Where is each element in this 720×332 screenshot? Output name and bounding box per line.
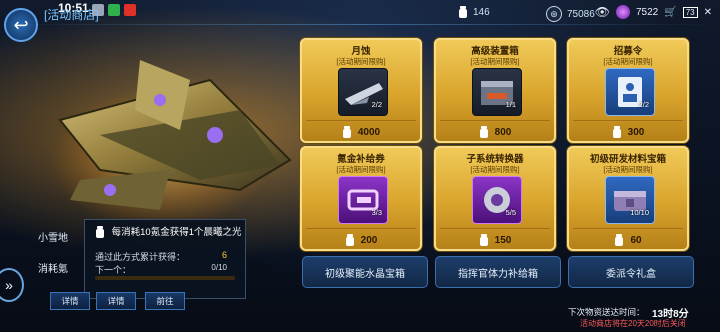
item-price-value: 200	[360, 235, 378, 246]
battery-level: 73	[682, 6, 698, 18]
item-price-value: 300	[627, 127, 645, 138]
item-price: 800	[434, 126, 556, 139]
item-name: 初级研发材料宝箱	[589, 154, 666, 165]
shop-item-card[interactable]: 初级研发材料宝箱 [活动期间限购] 10/10 60	[567, 146, 689, 251]
back-button[interactable]: ↩	[4, 8, 38, 42]
detail-button-2[interactable]: 详情	[96, 292, 136, 310]
keg-icon	[458, 6, 468, 19]
back-arrow-icon: ↩	[13, 14, 29, 35]
item-name: 氪金补给券	[337, 154, 385, 165]
item-price-value: 150	[494, 235, 512, 246]
shop-item-card[interactable]: 高级装置箱 [活动期间限购] 1/1 800	[434, 38, 556, 143]
shop-item-card[interactable]: 招募令 [活动期间限购] 2/2 300	[567, 38, 689, 143]
item-price-value: 800	[494, 127, 512, 138]
cart-icon[interactable]: 🛒	[664, 7, 676, 18]
item-name: 高级装置箱	[471, 46, 519, 57]
top-right-icons: 👁 7522 🛒 73 ✕	[595, 5, 712, 19]
bottom-item-crystal-chest[interactable]: 初级聚能水晶宝箱	[302, 256, 428, 288]
item-price: 150	[434, 234, 556, 247]
item-price-value: 60	[630, 235, 642, 246]
left-panel-title: 小雪地	[38, 233, 68, 244]
crystal-amount: 7522	[636, 6, 659, 18]
goto-button[interactable]: 前往	[145, 292, 185, 310]
wechat-icon	[108, 4, 120, 16]
tooltip-header-text: 每消耗10氪金获得1个晨曦之光	[111, 227, 242, 238]
refresh-label: 下次物资送达时间：	[568, 307, 645, 317]
bottom-item-stamina-box[interactable]: 指挥官体力补给箱	[435, 256, 561, 288]
page-title: [活动商店]	[44, 8, 99, 22]
item-limit: [活动期间限购]	[470, 57, 520, 66]
tooltip-total-value: 6	[221, 250, 227, 260]
crystal-icon	[616, 5, 630, 19]
currency-keg: 146	[458, 6, 490, 19]
item-limit: [活动期间限购]	[470, 165, 520, 174]
keg-icon	[479, 126, 489, 139]
item-price: 300	[567, 126, 689, 139]
shop-item-card[interactable]: 氪金补给券 [活动期间限购] 3/3 200	[300, 146, 422, 251]
weibo-icon	[124, 4, 136, 16]
eye-icon[interactable]: 👁	[595, 5, 610, 19]
item-name: 月蚀	[351, 46, 371, 57]
item-price: 200	[300, 234, 422, 247]
keg-icon	[342, 126, 352, 139]
detail-button[interactable]: 详情	[50, 292, 90, 310]
header-divider	[0, 24, 720, 25]
keg-amount: 146	[473, 7, 490, 18]
keg-icon	[614, 234, 624, 247]
bottom-item-commission-box[interactable]: 委派令礼盒	[568, 256, 694, 288]
keg-icon	[95, 225, 105, 239]
spaceship-artwork	[50, 60, 292, 230]
tooltip-next-value: 0/10	[211, 263, 227, 272]
item-limit: [活动期间限购]	[336, 165, 386, 174]
reward-tooltip: 每消耗10氪金获得1个晨曦之光 通过此方式累计获得： 6 下一个： 0/10	[84, 219, 246, 299]
item-price-value: 4000	[357, 127, 381, 138]
close-icon[interactable]: ✕	[704, 7, 712, 18]
tooltip-total-label: 通过此方式累计获得：	[95, 252, 186, 262]
coin-icon: ⊛	[546, 6, 562, 22]
tooltip-progress-bar	[95, 276, 235, 280]
tooltip-next-label: 下一个：	[95, 265, 132, 275]
shop-close-notice: 活动商店将在20天20时后关闭	[580, 319, 686, 328]
keg-icon	[479, 234, 489, 247]
item-price: 4000	[300, 126, 422, 139]
item-name: 招募令	[613, 46, 643, 57]
tooltip-header: 每消耗10氪金获得1个晨曦之光	[95, 224, 242, 239]
keg-icon	[345, 234, 355, 247]
currency-coin: ⊛ 75086	[546, 6, 595, 22]
item-limit: [活动期间限购]	[603, 57, 653, 66]
item-name: 子系统转换器	[466, 154, 524, 165]
left-panel-line: 消耗氪	[38, 264, 68, 275]
keg-icon	[612, 126, 622, 139]
item-limit: [活动期间限购]	[603, 165, 653, 174]
coin-amount: 75086	[567, 8, 595, 20]
double-chevron-icon: »	[5, 277, 13, 293]
shop-item-card[interactable]: 月蚀 [活动期间限购] 2/2 4000	[300, 38, 422, 143]
item-price: 60	[567, 234, 689, 247]
shop-item-card[interactable]: 子系统转换器 [活动期间限购] 5/5 150	[434, 146, 556, 251]
item-limit: [活动期间限购]	[336, 57, 386, 66]
